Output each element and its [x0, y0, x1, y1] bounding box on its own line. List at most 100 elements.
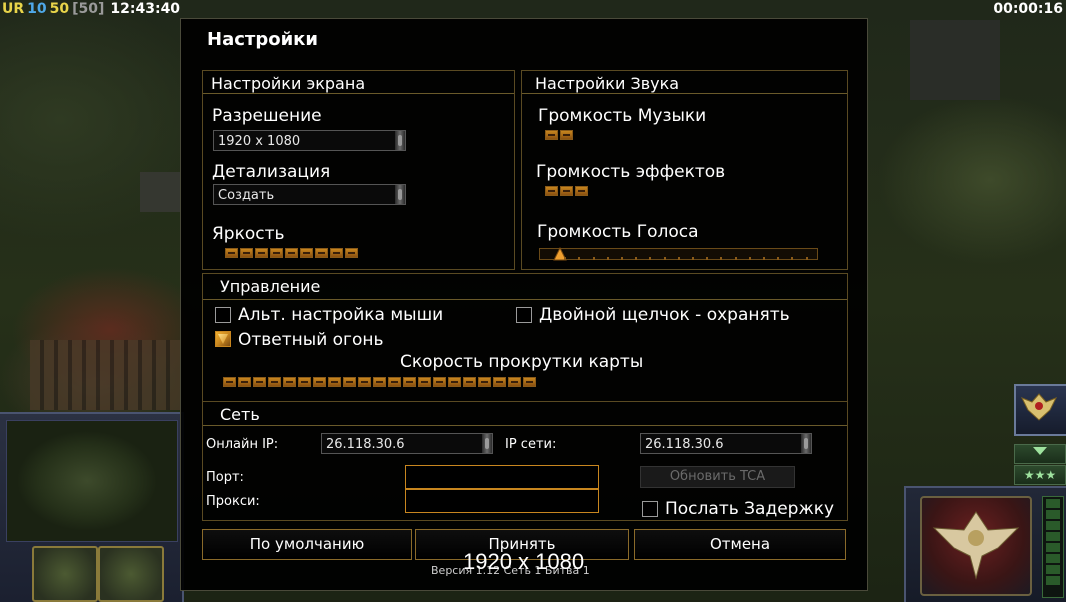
slider-segment	[508, 377, 521, 387]
controls-title: Управление	[220, 277, 321, 296]
slider-segment	[238, 377, 251, 387]
slider-tick	[734, 257, 737, 260]
building	[910, 20, 1000, 100]
slider-tick	[777, 257, 780, 260]
divider	[522, 93, 847, 94]
slider-segment	[330, 248, 343, 258]
slider-tick	[663, 257, 666, 260]
dropdown-scroll-icon[interactable]	[395, 131, 405, 150]
slider-tick	[791, 257, 794, 260]
online-ip-dropdown[interactable]: 26.118.30.6	[321, 433, 493, 454]
slider-segment	[225, 248, 238, 258]
building	[140, 172, 180, 212]
detail-dropdown[interactable]: Создать	[213, 184, 406, 205]
controls-section: Управление Альт. настройка мыши Двойной …	[202, 273, 848, 402]
minimap[interactable]	[6, 420, 178, 542]
music-volume-label: Громкость Музыки	[538, 106, 707, 126]
slider-tick	[677, 257, 680, 260]
slider-segment	[270, 248, 283, 258]
resolution-overlay-text: 1920 x 1080	[463, 549, 585, 574]
dropdown-scroll-icon[interactable]	[801, 434, 811, 453]
sound-settings-section: Настройки Звука Громкость Музыки Громкос…	[521, 70, 848, 270]
network-title: Сеть	[220, 405, 260, 424]
port-input[interactable]	[405, 465, 599, 489]
dropdown-scroll-icon[interactable]	[482, 434, 492, 453]
send-delay-label: Послать Задержку	[665, 499, 835, 519]
music-volume-slider[interactable]	[545, 130, 575, 142]
command-panel	[904, 486, 1066, 602]
chevron-down-icon	[1033, 447, 1047, 455]
minimap-slot-1[interactable]	[32, 546, 98, 602]
divider	[203, 425, 847, 426]
return-fire-label: Ответный огонь	[238, 330, 384, 350]
dropdown-scroll-icon[interactable]	[395, 185, 405, 204]
screen-settings-title: Настройки экрана	[211, 74, 366, 93]
stars-button[interactable]: ★★★	[1014, 465, 1066, 485]
slider-segment	[403, 377, 416, 387]
collapse-arrow-button[interactable]	[1014, 444, 1066, 464]
slider-segment	[575, 186, 588, 196]
settings-dialog: Настройки Настройки экрана Разрешение 19…	[180, 18, 868, 591]
slider-segment	[373, 377, 386, 387]
rank-insignia-button[interactable]	[1014, 384, 1066, 436]
proxy-input[interactable]	[405, 489, 599, 513]
return-fire-checkbox[interactable]	[215, 331, 231, 347]
slider-segment	[560, 186, 573, 196]
resolution-dropdown[interactable]: 1920 x 1080	[213, 130, 406, 151]
slider-segment	[283, 377, 296, 387]
slider-tick	[649, 257, 652, 260]
detail-value: Создать	[218, 188, 275, 203]
minimap-slot-2[interactable]	[98, 546, 164, 602]
scroll-speed-slider[interactable]	[223, 377, 538, 389]
slider-segment	[315, 248, 328, 258]
slider-segment	[545, 130, 558, 140]
minimap-panel	[0, 412, 184, 602]
lan-ip-dropdown[interactable]: 26.118.30.6	[640, 433, 812, 454]
slider-segment	[268, 377, 281, 387]
slider-tick	[720, 257, 723, 260]
slider-segment	[478, 377, 491, 387]
hud-level: 10	[27, 1, 47, 17]
slider-segment	[343, 377, 356, 387]
proxy-label: Прокси:	[206, 494, 260, 509]
voice-volume-slider[interactable]	[539, 246, 818, 261]
building	[30, 340, 180, 410]
alt-mouse-checkbox[interactable]	[215, 307, 231, 323]
power-meter	[1042, 496, 1064, 598]
rank-eagle-icon	[1020, 393, 1058, 421]
effects-volume-label: Громкость эффектов	[536, 162, 726, 182]
brightness-label: Яркость	[212, 224, 285, 244]
slider-tick	[805, 257, 808, 260]
slider-tick	[692, 257, 694, 260]
eagle-emblem-icon	[932, 511, 1020, 580]
voice-volume-label: Громкость Голоса	[537, 222, 699, 242]
hud-game-timer: 00:00:16	[993, 1, 1063, 17]
slider-tick	[706, 257, 709, 260]
brightness-slider[interactable]	[225, 248, 360, 260]
hud-clock: 12:43:40	[110, 1, 181, 17]
slider-tick	[621, 257, 623, 260]
alt-mouse-label: Альт. настройка мыши	[238, 305, 444, 325]
detail-label: Детализация	[212, 162, 331, 182]
slider-tick	[635, 257, 638, 260]
network-section: Сеть Онлайн IP: 26.118.30.6 IP сети: 26.…	[202, 401, 848, 521]
slider-segment	[493, 377, 506, 387]
double-click-guard-checkbox[interactable]	[516, 307, 532, 323]
hud-resources: UR 10 50 [50] 12:43:40	[2, 1, 183, 17]
slider-tick	[763, 257, 765, 260]
default-button[interactable]: По умолчанию	[202, 529, 412, 560]
slider-tick	[748, 257, 751, 260]
slider-tick	[592, 257, 595, 260]
slider-segment	[253, 377, 266, 387]
slider-segment	[298, 377, 311, 387]
slider-segment	[345, 248, 358, 258]
stars-icon: ★★★	[1023, 468, 1057, 482]
send-delay-checkbox[interactable]	[642, 501, 658, 517]
effects-volume-slider[interactable]	[545, 186, 590, 198]
update-tca-button[interactable]: Обновить TCA	[640, 466, 795, 488]
resolution-value: 1920 x 1080	[218, 134, 301, 149]
cancel-button[interactable]: Отмена	[634, 529, 846, 560]
divider	[203, 93, 514, 94]
slider-segment	[328, 377, 341, 387]
slider-segment	[285, 248, 298, 258]
